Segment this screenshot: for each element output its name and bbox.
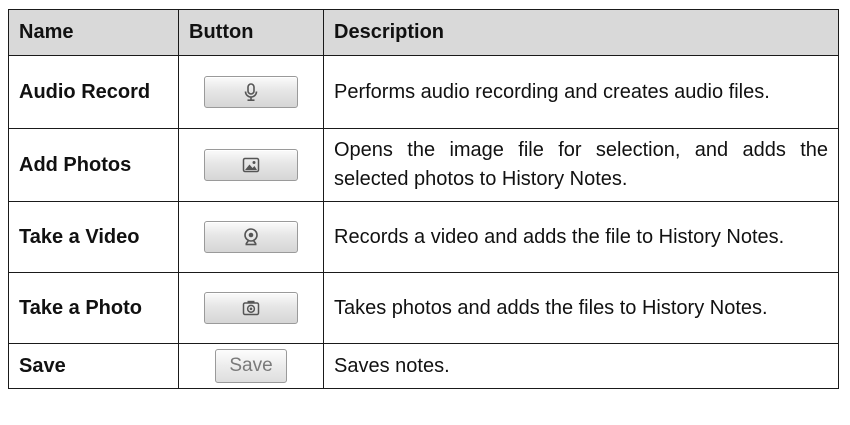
row-button-cell bbox=[178, 128, 324, 202]
webcam-icon bbox=[244, 228, 258, 246]
row-name: Take a Video bbox=[8, 201, 179, 273]
table-row: Take a Video Records a video and adds th… bbox=[8, 201, 839, 273]
image-icon bbox=[242, 157, 260, 173]
row-name: Add Photos bbox=[8, 128, 179, 202]
row-description: Performs audio recording and creates aud… bbox=[323, 55, 839, 129]
take-photo-button[interactable] bbox=[204, 292, 298, 324]
save-button[interactable]: Save bbox=[215, 349, 287, 383]
row-description: Opens the image file for selection, and … bbox=[323, 128, 839, 202]
table-row: Take a Photo Takes photos and adds the f… bbox=[8, 272, 839, 344]
row-name: Audio Record bbox=[8, 55, 179, 129]
column-header-button: Button bbox=[178, 9, 324, 56]
page: Name Button Description Audio Record Per… bbox=[0, 0, 850, 425]
table-row: Save Save Saves notes. bbox=[8, 343, 839, 389]
camera-icon bbox=[242, 300, 260, 316]
row-button-cell bbox=[178, 272, 324, 344]
row-name: Take a Photo bbox=[8, 272, 179, 344]
add-photos-button[interactable] bbox=[204, 149, 298, 181]
row-description: Saves notes. bbox=[323, 343, 839, 389]
table-header-row: Name Button Description bbox=[8, 9, 839, 56]
row-button-cell: Save bbox=[178, 343, 324, 389]
row-description: Takes photos and adds the files to Histo… bbox=[323, 272, 839, 344]
row-name: Save bbox=[8, 343, 179, 389]
column-header-name: Name bbox=[8, 9, 179, 56]
table-row: Add Photos Opens the image file for sele… bbox=[8, 128, 839, 202]
row-button-cell bbox=[178, 55, 324, 129]
table-row: Audio Record Performs audio recording an… bbox=[8, 55, 839, 129]
row-button-cell bbox=[178, 201, 324, 273]
take-video-button[interactable] bbox=[204, 221, 298, 253]
audio-record-button[interactable] bbox=[204, 76, 298, 108]
button-reference-table: Name Button Description Audio Record Per… bbox=[8, 9, 839, 389]
microphone-icon bbox=[244, 83, 258, 102]
column-header-description: Description bbox=[323, 9, 839, 56]
row-description: Records a video and adds the file to His… bbox=[323, 201, 839, 273]
